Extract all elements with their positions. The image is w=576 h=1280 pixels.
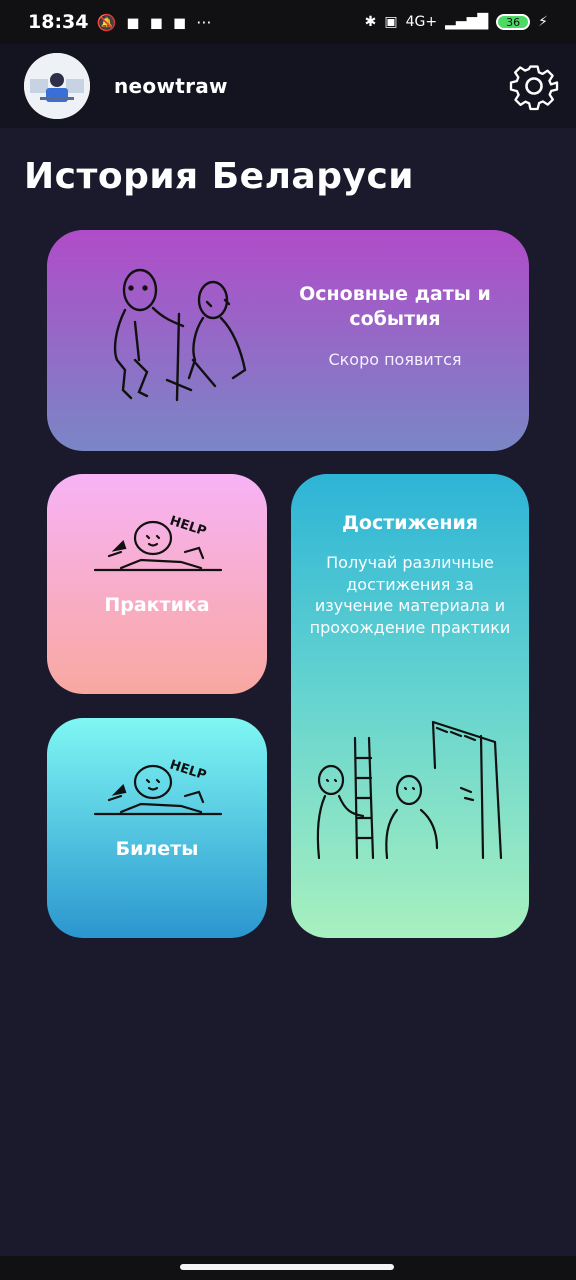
status-icons-left: 🔕 ◼ ◼ ◼ ··· [96, 13, 211, 32]
achievements-card-title: Достижения [342, 512, 478, 534]
charging-icon: ⚡ [538, 14, 548, 30]
top-bar: neowtraw [0, 44, 576, 128]
ladder-wall-illustration [316, 720, 503, 860]
game-icon: ◼ [126, 12, 140, 32]
volte-icon: ▣ [384, 14, 398, 30]
studying-help-illustration: HELP [93, 758, 223, 816]
bluetooth-icon: ✱ [364, 14, 377, 30]
card-main-dates[interactable]: Основные даты и события Скоро появится [47, 230, 529, 451]
more-icon: ··· [196, 12, 212, 32]
main-card-title: Основные даты и события [299, 283, 491, 330]
card-practice[interactable]: HELP Практика [47, 474, 267, 694]
svg-text:HELP: HELP [168, 514, 208, 540]
network-label: 4G+ [405, 14, 438, 30]
svg-text:HELP: HELP [168, 758, 208, 784]
home-indicator[interactable] [180, 1264, 394, 1270]
card-tickets[interactable]: HELP Билеты [47, 718, 267, 938]
gear-icon[interactable] [508, 60, 560, 112]
achievements-card-description: Получай различные достижения за изучение… [309, 553, 511, 637]
game-icon: ◼ [172, 12, 187, 32]
avatar[interactable] [24, 53, 90, 119]
game-icon: ◼ [149, 12, 163, 32]
card-achievements[interactable]: Достижения Получай различные достижения … [291, 474, 529, 938]
tickets-card-title: Билеты [115, 838, 199, 860]
battery-icon: 36 [496, 14, 531, 30]
page-title: История Беларуси [24, 156, 415, 197]
status-icons-right: ✱ ▣ 4G+ ▂▄▆█ 36 ⚡ [365, 0, 548, 44]
practice-card-title: Практика [104, 594, 210, 616]
status-time: 18:34 [28, 11, 89, 33]
main-card-subtitle: Скоро появится [328, 350, 462, 369]
status-bar: 18:34 🔕 ◼ ◼ ◼ ··· ✱ ▣ 4G+ ▂▄▆█ 36 ⚡ [0, 0, 576, 44]
signal-icon: ▂▄▆█ [445, 14, 489, 30]
mute-icon: 🔕 [96, 12, 117, 32]
studying-help-illustration: HELP [93, 514, 223, 572]
username: neowtraw [114, 74, 228, 98]
people-digging-illustration [113, 268, 247, 402]
